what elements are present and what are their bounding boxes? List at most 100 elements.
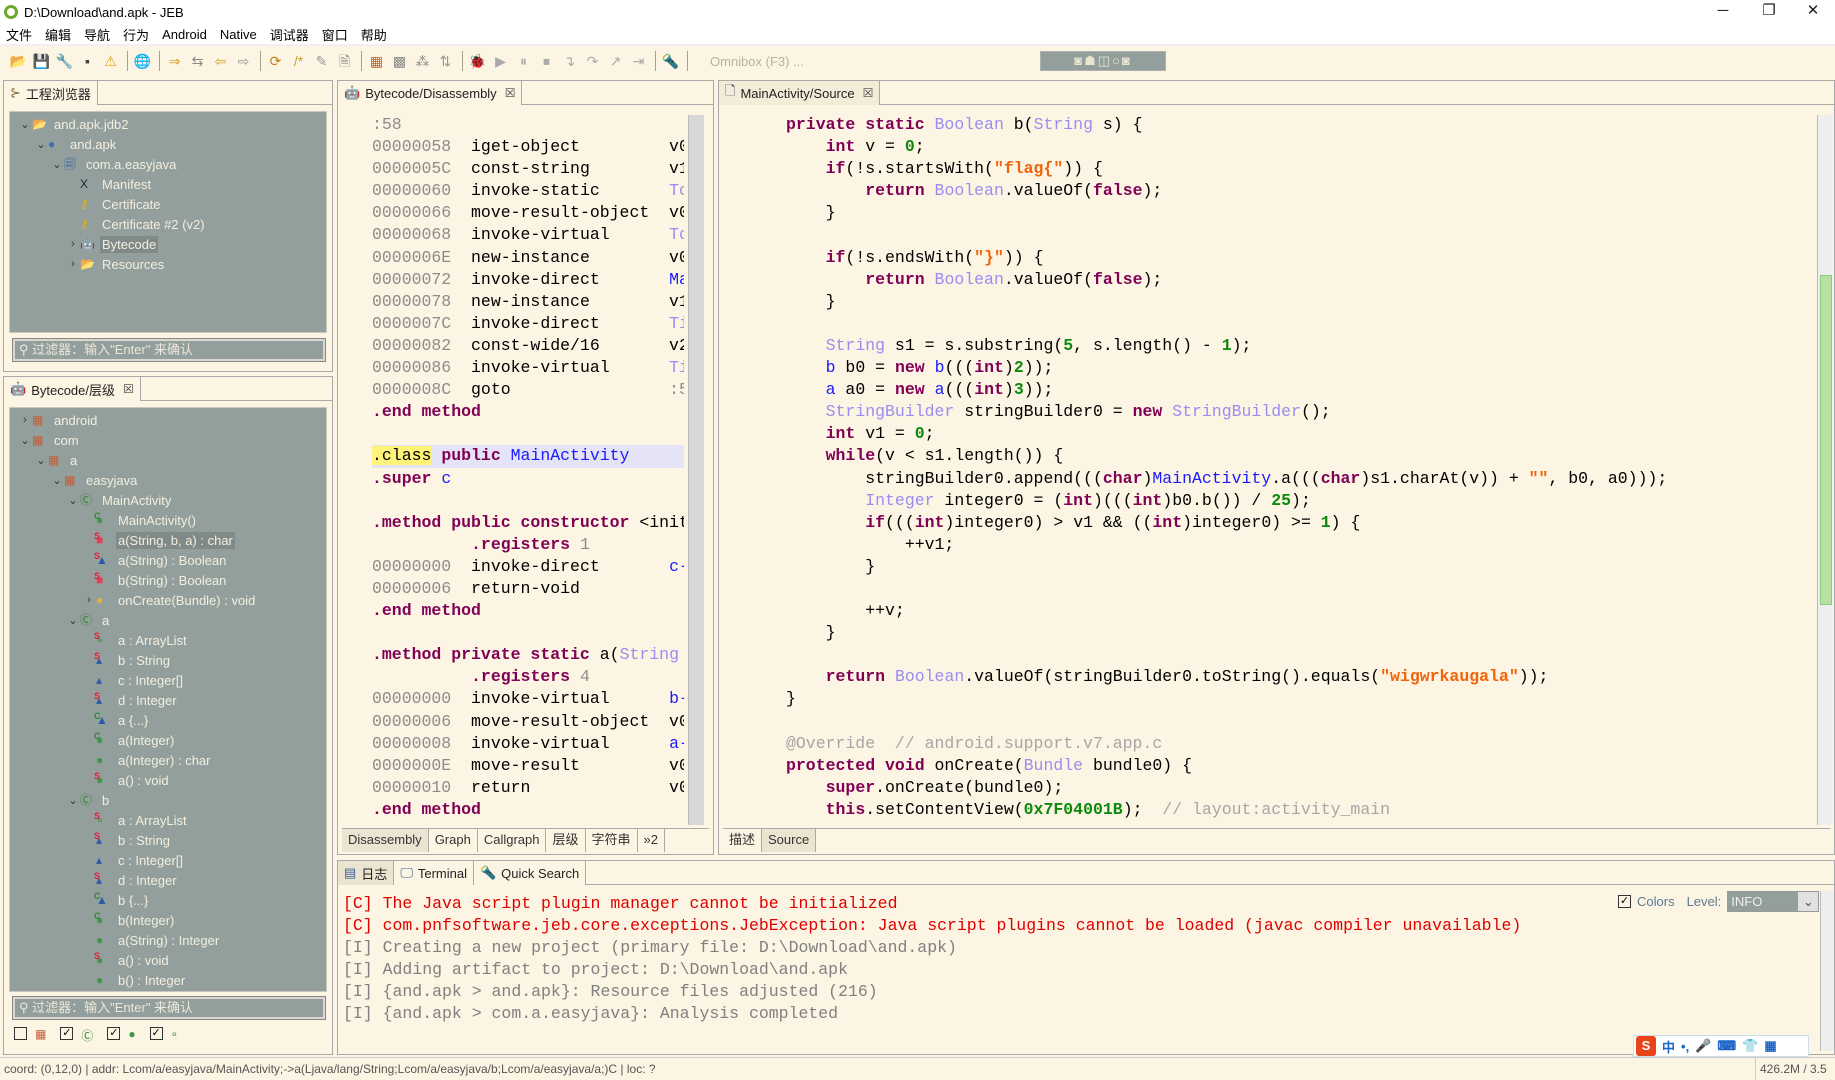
tree-item[interactable]: ⌄ Ⓒb [10, 790, 326, 810]
menu-2[interactable]: 导航 [84, 25, 110, 44]
close-tab-icon[interactable]: ☒ [863, 86, 874, 100]
chevron-right-icon[interactable]: › [18, 414, 32, 426]
bottom-tab-4[interactable]: 字符串 [586, 829, 638, 852]
document-icon[interactable]: 🗎 [334, 51, 355, 71]
tree-item[interactable]: X Manifest [10, 174, 326, 194]
ime-item-5[interactable]: ▦ [1764, 1038, 1776, 1054]
disassembly-view[interactable]: :58 00000058 iget-object v0 0000005C const… [372, 114, 684, 824]
tree-item[interactable]: ● a(Integer) : char [10, 750, 326, 770]
console-tab-2[interactable]: 🔦 Quick Search [473, 861, 587, 885]
wrench-icon[interactable]: 🔧 [54, 51, 75, 71]
close-button[interactable]: ✕ [1790, 0, 1835, 24]
chevron-down-icon[interactable]: ⌄ [66, 794, 80, 807]
graph-icon[interactable]: ⁂ [412, 51, 433, 71]
chevron-down-icon[interactable]: ⌄ [34, 138, 48, 151]
package-icon[interactable]: ▦ [366, 51, 387, 71]
bottom-tab-0[interactable]: 描述 [723, 829, 763, 852]
chevron-down-icon[interactable]: ⌄ [34, 454, 48, 467]
toggle-show-classes-checkbox[interactable]: ✓ [60, 1027, 74, 1040]
tree-item[interactable]: ▲ S a(String) : Boolean [10, 550, 326, 570]
step-out-icon[interactable]: ↗ [605, 51, 626, 71]
chevron-right-icon[interactable]: › [66, 238, 80, 250]
rename-icon[interactable]: ✎ [311, 51, 332, 71]
omnibox-input[interactable]: Omnibox (F3) ... [710, 54, 1040, 69]
pause-icon[interactable]: ⏸ [513, 51, 534, 71]
source-scrollbar[interactable] [1817, 115, 1833, 825]
tree-item[interactable]: ∘ S a : ArrayList [10, 630, 326, 650]
hierarchy-icon[interactable]: ▩ [389, 51, 410, 71]
tree-item[interactable]: ● S a() : void [10, 770, 326, 790]
tree-item[interactable]: ▲ C a {...} [10, 710, 326, 730]
tree-item[interactable]: ⌄ Ⓒa [10, 610, 326, 630]
bottom-tab-1[interactable]: Source [762, 829, 817, 852]
tree-item[interactable]: ⌄ Ⓒ MainActivity [10, 490, 326, 510]
tree-item[interactable]: ● C MainActivity() [10, 510, 326, 530]
menu-8[interactable]: 帮助 [361, 25, 387, 44]
colors-checkbox[interactable]: ✓ [1618, 895, 1631, 908]
tree-item[interactable]: › ● onCreate(Bundle) : void [10, 590, 326, 610]
chevron-down-icon[interactable]: ⌄ [50, 474, 64, 487]
tree-item[interactable]: ● b() : Integer [10, 970, 326, 990]
menu-0[interactable]: 文件 [6, 25, 32, 44]
tree-item[interactable]: ● S a() : void [10, 950, 326, 970]
bottom-tab-5[interactable]: »2 [638, 829, 665, 852]
menu-5[interactable]: Native [220, 27, 257, 42]
export-icon[interactable]: ▪ [77, 51, 98, 71]
disassembly-scrollbar[interactable] [688, 115, 704, 825]
perspective-switcher[interactable]: ◙☗◫○◙ [1040, 51, 1166, 71]
navigate-back-icon[interactable]: ⇦ [210, 51, 231, 71]
tree-item[interactable]: ⌄ ● and.apk [10, 134, 326, 154]
menu-1[interactable]: 编辑 [45, 25, 71, 44]
tab-project-explorer[interactable]: ⊱ 工程浏览器 [4, 81, 98, 105]
source-view[interactable]: private static Boolean b(String s) { int… [786, 114, 1806, 824]
refresh-icon[interactable]: ⟳ [265, 51, 286, 71]
tab-source[interactable]: 🗋 MainActivity/Source ☒ [719, 81, 881, 105]
tree-item[interactable]: ▴ S d : Integer [10, 870, 326, 890]
console-tab-0[interactable]: ▤ 日志 [338, 861, 395, 885]
tree-item[interactable]: ▴ S d : Integer [10, 690, 326, 710]
tree-item[interactable]: ⌄ ▦ com [10, 430, 326, 450]
tree-item[interactable]: ▴ S b : String [10, 650, 326, 670]
project-filter-input[interactable]: ⚲ 过滤器：输入"Enter" 来确认 [12, 338, 326, 362]
bottom-tab-3[interactable]: 层级 [546, 829, 586, 852]
stop-icon[interactable]: ⏹ [536, 51, 557, 71]
ime-item-3[interactable]: ⌨ [1717, 1038, 1736, 1054]
globe-icon[interactable]: 🌐 [132, 51, 153, 71]
quick-search-icon[interactable]: 🔦 [660, 51, 681, 71]
warning-icon[interactable]: ⚠ [100, 51, 121, 71]
restore-button[interactable]: ❐ [1746, 0, 1792, 24]
tree-item[interactable]: ■ S b(String) : Boolean [10, 570, 326, 590]
sort-icon[interactable]: ⇅ [435, 51, 456, 71]
tree-item[interactable]: ▴ c : Integer[] [10, 670, 326, 690]
toggle-show-packages-checkbox[interactable] [14, 1027, 27, 1040]
chevron-down-icon[interactable]: ⌄ [66, 614, 80, 627]
hierarchy-filter-input[interactable]: ⚲ 过滤器：输入"Enter" 来确认 [12, 996, 326, 1020]
save-icon[interactable]: 💾 [31, 51, 52, 71]
ime-item-2[interactable]: 🎤 [1695, 1038, 1711, 1054]
ime-item-0[interactable]: 中 [1662, 1037, 1675, 1056]
tree-item[interactable]: ■ S a(String, b, a) : char [10, 530, 326, 550]
tree-item[interactable]: ▴ S b : String [10, 830, 326, 850]
open-folder-icon[interactable]: 📂 [8, 51, 29, 71]
run-to-icon[interactable]: ⇥ [628, 51, 649, 71]
menu-7[interactable]: 窗口 [322, 25, 348, 44]
tree-item[interactable]: ▴ c : Integer[] [10, 850, 326, 870]
tree-item[interactable]: ⚷ Certificate #2 (v2) [10, 214, 326, 234]
menu-4[interactable]: Android [162, 27, 207, 42]
bottom-tab-1[interactable]: Graph [429, 829, 478, 852]
ime-item-4[interactable]: 👕 [1742, 1038, 1758, 1054]
console-tab-1[interactable]: 🖵 Terminal [394, 861, 474, 885]
tree-item[interactable]: ⌄ 🗐 com.a.easyjava [10, 154, 326, 174]
step-over-icon[interactable]: ↷ [582, 51, 603, 71]
tab-disassembly[interactable]: 🤖 Bytecode/Disassembly ☒ [338, 81, 523, 105]
tree-item[interactable]: ● C a(Integer) [10, 730, 326, 750]
console-scrollbar[interactable] [1820, 891, 1834, 1051]
close-tab-icon[interactable]: ☒ [505, 86, 516, 100]
chevron-down-icon[interactable]: ⌄ [66, 494, 80, 507]
bottom-tab-0[interactable]: Disassembly [342, 829, 429, 852]
tree-item[interactable]: › 🤖 Bytecode [10, 234, 326, 254]
tree-item[interactable]: ⌄ ▦ a [10, 450, 326, 470]
tree-item[interactable]: ▲ C b {...} [10, 890, 326, 910]
tree-item[interactable]: › 📂 Resources [10, 254, 326, 274]
chevron-down-icon[interactable]: ⌄ [18, 434, 32, 447]
